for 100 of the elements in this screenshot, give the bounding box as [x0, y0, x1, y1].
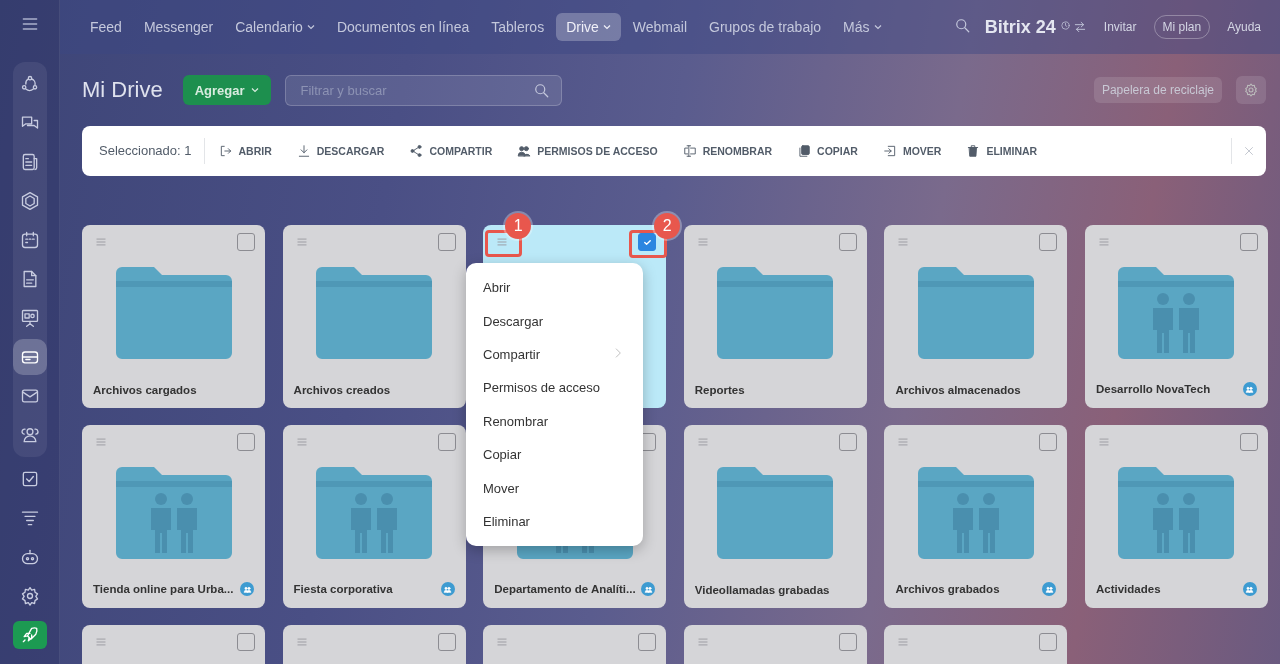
page-title: Mi Drive	[82, 77, 163, 103]
checkbox[interactable]	[237, 233, 255, 251]
nav-tab[interactable]: Feed	[80, 13, 132, 41]
group-folder-icon	[1118, 265, 1235, 359]
nav-tab[interactable]: Grupos de trabajo	[699, 13, 832, 41]
action-button[interactable]: PERMISOS DE ACCESO	[506, 144, 669, 158]
settings-icon	[1243, 82, 1259, 98]
folder-name: Actividades	[1095, 583, 1161, 595]
logo-text: Bitrix 24	[984, 16, 1056, 38]
nav-tab[interactable]: Tableros	[481, 13, 555, 41]
folder-card[interactable]: Actividades	[1084, 425, 1268, 608]
close-button[interactable]	[1231, 138, 1256, 164]
caret-icon	[602, 23, 611, 31]
folder-card[interactable]: Archivos creados	[282, 225, 466, 408]
folder-name: Videollamadas grabadas	[694, 584, 830, 596]
checkbox[interactable]	[638, 633, 657, 651]
nav-tab[interactable]: Drive	[556, 13, 621, 41]
folder-card[interactable]: Tienda online para Urba...	[82, 425, 265, 608]
action-button[interactable]: MOVER	[871, 144, 953, 158]
checkbox[interactable]	[838, 633, 857, 651]
checkbox[interactable]	[1039, 233, 1058, 251]
action-button[interactable]: ELIMINAR	[955, 144, 1049, 158]
settings-button[interactable]	[1236, 76, 1266, 104]
menu-icon	[495, 635, 510, 649]
robot-icon	[19, 547, 40, 567]
folder-name: Archivos cargados	[93, 384, 197, 396]
share-icon	[409, 144, 424, 158]
caret-icon	[306, 23, 315, 31]
sidebar-item[interactable]	[12, 621, 47, 649]
menu-icon	[294, 235, 309, 249]
checkbox[interactable]	[237, 433, 255, 451]
checkbox[interactable]	[838, 433, 857, 451]
menu-item[interactable]: Compartir	[466, 337, 643, 372]
checkbox[interactable]	[638, 233, 657, 251]
menu-item[interactable]: Permisos de acceso	[466, 371, 643, 405]
folder-name: Archivos almacenados	[895, 384, 1021, 396]
people-icon	[517, 144, 532, 158]
menu-item[interactable]: Renombrar	[466, 404, 643, 438]
circular-arrows-icon	[19, 74, 40, 94]
checkbox[interactable]	[437, 233, 456, 251]
menu-icon	[294, 435, 309, 449]
menu-icon	[94, 635, 108, 649]
menu-icon	[695, 635, 710, 649]
checkbox[interactable]	[1039, 433, 1058, 451]
settings-icon	[19, 586, 40, 606]
menu-item[interactable]: Abrir	[466, 271, 643, 305]
hexagon-icon	[19, 191, 40, 211]
menu-item[interactable]: Descargar	[466, 304, 643, 338]
nav-tab[interactable]: Calendario	[225, 13, 325, 41]
menu-item[interactable]: Mover	[466, 471, 643, 505]
nav-tab[interactable]: Messenger	[133, 13, 224, 41]
header-button[interactable]: Ayuda	[1218, 15, 1270, 39]
checkbox[interactable]	[838, 233, 857, 251]
action-button[interactable]: DESCARGAR	[285, 144, 396, 158]
folder-icon	[917, 265, 1034, 359]
step-number: 2	[654, 213, 681, 239]
folder-name: Tienda online para Urba...	[93, 583, 234, 595]
header-button[interactable]: Invitar	[1094, 15, 1146, 39]
move-arrow-icon	[882, 144, 897, 158]
action-button[interactable]: COPIAR	[786, 144, 869, 158]
swap-arrows-icon	[1072, 20, 1087, 34]
folder-icon	[115, 265, 232, 359]
people-icon	[19, 425, 40, 445]
folder-name: Reportes	[694, 384, 745, 396]
action-button[interactable]: RENOMBRAR	[671, 144, 784, 158]
nav-tab[interactable]: Webmail	[622, 13, 697, 41]
checkbox[interactable]	[1239, 233, 1258, 251]
checkbox[interactable]	[1039, 633, 1058, 651]
folder-card[interactable]: Reportes	[683, 225, 867, 408]
presentation-board-icon	[19, 308, 40, 328]
menu-icon	[695, 235, 710, 249]
folder-card[interactable]: Desarrollo NovaTech	[1084, 225, 1268, 408]
nav-tab[interactable]: Más	[833, 13, 892, 41]
folder-card[interactable]: Fiesta corporativa	[282, 425, 466, 608]
checkbox[interactable]	[437, 433, 456, 451]
selection-count: Seleccionado: 1	[99, 138, 205, 164]
checkbox[interactable]	[437, 633, 456, 651]
folder-card[interactable]: Archivos cargados	[82, 225, 265, 408]
folder-icon	[717, 265, 834, 359]
menu-icon	[94, 435, 108, 449]
sidebar-item[interactable]	[12, 339, 47, 375]
caret-icon	[250, 86, 259, 94]
action-button[interactable]: ABRIR	[207, 144, 283, 158]
copy-icon	[797, 144, 812, 158]
calendar-icon	[19, 230, 40, 250]
group-folder-icon	[1118, 465, 1235, 559]
menu-item[interactable]: Eliminar	[466, 504, 643, 539]
folder-card[interactable]: Videollamadas grabadas	[683, 425, 867, 608]
text-cursor-icon	[682, 144, 697, 158]
menu-item[interactable]: Copiar	[466, 437, 643, 472]
folder-name: Fiesta corporativa	[293, 583, 393, 595]
checkbox[interactable]	[1239, 433, 1258, 451]
nav-tab[interactable]: Documentos en línea	[326, 13, 480, 41]
folder-card[interactable]: Archivos almacenados	[884, 225, 1068, 408]
folder-card[interactable]: Archivos grabados	[884, 425, 1068, 608]
menu-icon	[896, 635, 911, 649]
folder-name: Archivos grabados	[895, 583, 1000, 595]
trash-icon	[966, 144, 981, 158]
action-button[interactable]: COMPARTIR	[398, 144, 504, 158]
checkbox[interactable]	[237, 633, 255, 651]
